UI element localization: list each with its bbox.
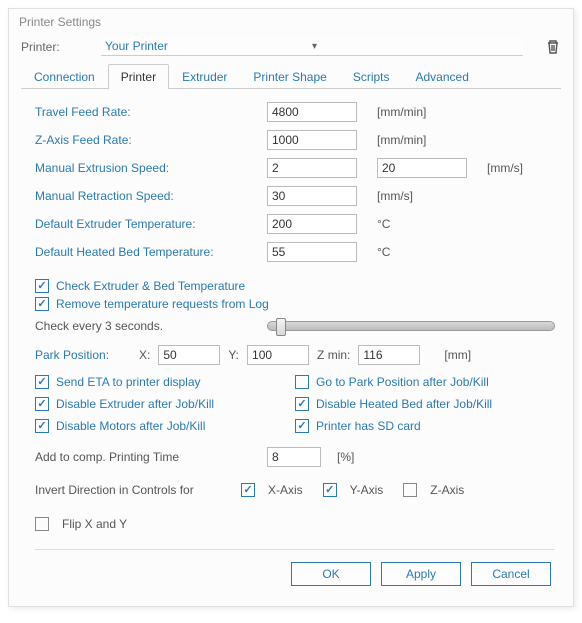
travel-feed-unit: [mm/min] <box>377 105 426 119</box>
apply-button[interactable]: Apply <box>381 562 461 586</box>
remove-log-checkbox[interactable] <box>35 297 49 311</box>
invert-y-label: Y-Axis <box>350 483 384 497</box>
default-extruder-temp-input[interactable] <box>267 214 357 234</box>
printer-settings-window: Printer Settings Printer: Your Printer ▾… <box>8 8 574 607</box>
invert-z-checkbox[interactable] <box>403 483 417 497</box>
separator <box>35 549 555 550</box>
disable-extruder-label: Disable Extruder after Job/Kill <box>56 397 214 411</box>
ok-button[interactable]: OK <box>291 562 371 586</box>
invert-z-label: Z-Axis <box>430 483 464 497</box>
check-interval-label: Check every 3 seconds. <box>35 319 267 333</box>
check-temp-checkbox[interactable] <box>35 279 49 293</box>
printer-selected-value: Your Printer <box>105 39 312 53</box>
tab-extruder[interactable]: Extruder <box>169 64 240 89</box>
tab-advanced[interactable]: Advanced <box>403 64 482 89</box>
park-unit: [mm] <box>444 348 471 362</box>
zaxis-feed-input[interactable] <box>267 130 357 150</box>
printer-combobox[interactable]: Your Printer ▾ <box>101 37 523 56</box>
manual-extrusion-input-1[interactable] <box>267 158 357 178</box>
park-position-label: Park Position: <box>35 348 131 362</box>
default-bed-temp-unit: °C <box>377 245 390 259</box>
add-time-input[interactable] <box>267 447 321 467</box>
tab-printer-shape[interactable]: Printer Shape <box>240 64 339 89</box>
send-eta-checkbox[interactable] <box>35 375 49 389</box>
manual-retraction-unit: [mm/s] <box>377 189 413 203</box>
add-time-unit: [%] <box>337 450 354 464</box>
park-x-label: X: <box>139 348 150 362</box>
park-y-input[interactable] <box>247 345 309 365</box>
has-sd-checkbox[interactable] <box>295 419 309 433</box>
default-extruder-temp-unit: °C <box>377 217 390 231</box>
disable-extruder-checkbox[interactable] <box>35 397 49 411</box>
send-eta-label: Send ETA to printer display <box>56 375 201 389</box>
manual-extrusion-unit: [mm/s] <box>487 161 523 175</box>
tab-printer[interactable]: Printer <box>108 64 169 89</box>
delete-printer-button[interactable] <box>545 39 561 55</box>
park-y-label: Y: <box>228 348 239 362</box>
zaxis-feed-unit: [mm/min] <box>377 133 426 147</box>
invert-x-checkbox[interactable] <box>241 483 255 497</box>
travel-feed-label: Travel Feed Rate: <box>35 105 267 119</box>
park-zmin-label: Z min: <box>317 348 350 362</box>
park-x-input[interactable] <box>158 345 220 365</box>
default-extruder-temp-label: Default Extruder Temperature: <box>35 217 267 231</box>
default-bed-temp-label: Default Heated Bed Temperature: <box>35 245 267 259</box>
zaxis-feed-label: Z-Axis Feed Rate: <box>35 133 267 147</box>
slider-thumb[interactable] <box>276 318 286 336</box>
cancel-button[interactable]: Cancel <box>471 562 551 586</box>
invert-label: Invert Direction in Controls for <box>35 483 221 497</box>
disable-bed-checkbox[interactable] <box>295 397 309 411</box>
tab-bar: Connection Printer Extruder Printer Shap… <box>21 64 561 89</box>
printer-label: Printer: <box>21 40 93 54</box>
printer-tab-panel: Travel Feed Rate: [mm/min] Z-Axis Feed R… <box>21 89 561 594</box>
flip-xy-label: Flip X and Y <box>62 517 127 531</box>
disable-motors-checkbox[interactable] <box>35 419 49 433</box>
check-temp-label: Check Extruder & Bed Temperature <box>56 279 245 293</box>
printer-selector-row: Printer: Your Printer ▾ <box>21 37 561 56</box>
chevron-down-icon: ▾ <box>312 41 519 52</box>
tab-scripts[interactable]: Scripts <box>340 64 403 89</box>
default-bed-temp-input[interactable] <box>267 242 357 262</box>
disable-bed-label: Disable Heated Bed after Job/Kill <box>316 397 492 411</box>
goto-park-checkbox[interactable] <box>295 375 309 389</box>
goto-park-label: Go to Park Position after Job/Kill <box>316 375 489 389</box>
manual-retraction-label: Manual Retraction Speed: <box>35 189 267 203</box>
manual-retraction-input[interactable] <box>267 186 357 206</box>
dialog-buttons: OK Apply Cancel <box>35 562 555 588</box>
remove-log-label: Remove temperature requests from Log <box>56 297 269 311</box>
tab-connection[interactable]: Connection <box>21 64 108 89</box>
add-time-label: Add to comp. Printing Time <box>35 450 267 464</box>
manual-extrusion-label: Manual Extrusion Speed: <box>35 161 267 175</box>
disable-motors-label: Disable Motors after Job/Kill <box>56 419 205 433</box>
travel-feed-input[interactable] <box>267 102 357 122</box>
has-sd-label: Printer has SD card <box>316 419 421 433</box>
park-zmin-input[interactable] <box>358 345 420 365</box>
window-title: Printer Settings <box>9 9 573 31</box>
trash-icon <box>545 39 561 55</box>
invert-y-checkbox[interactable] <box>323 483 337 497</box>
flip-xy-checkbox[interactable] <box>35 517 49 531</box>
check-interval-slider[interactable] <box>267 321 555 331</box>
invert-x-label: X-Axis <box>268 483 303 497</box>
manual-extrusion-input-2[interactable] <box>377 158 467 178</box>
